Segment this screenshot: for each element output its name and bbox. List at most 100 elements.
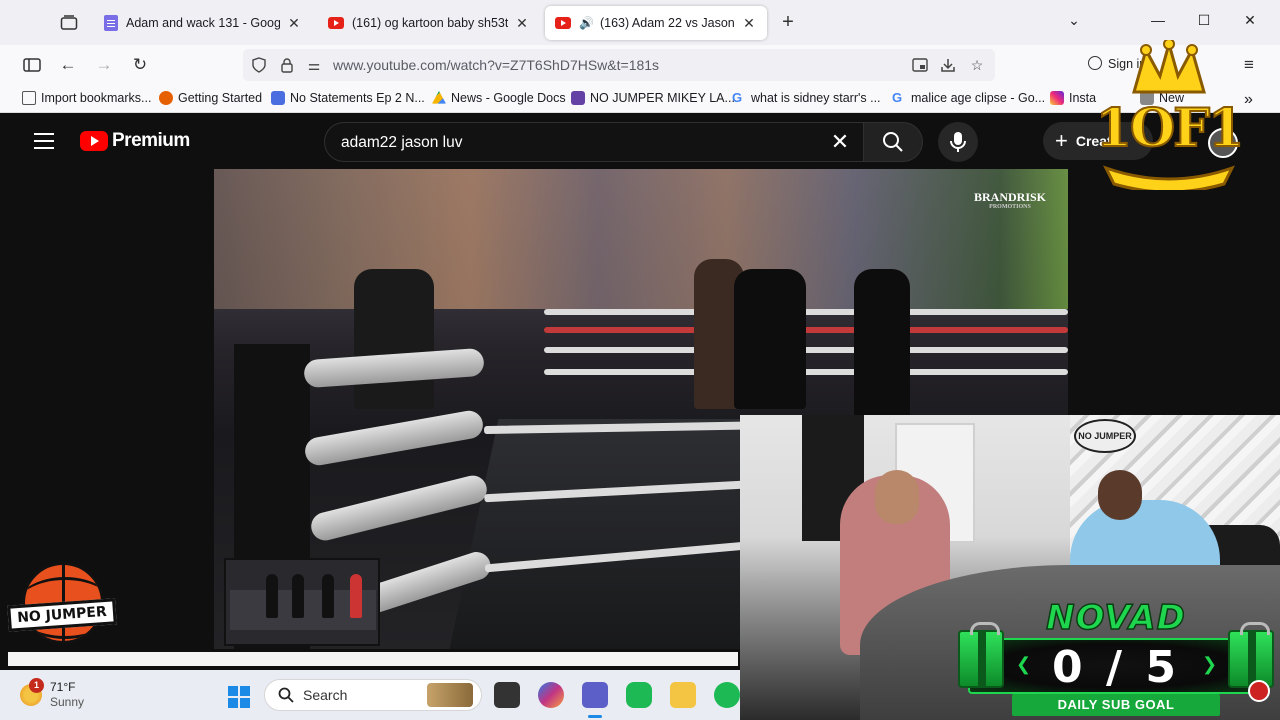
clear-search-icon[interactable]: ✕ bbox=[827, 129, 853, 155]
bookmark-item[interactable]: Insta bbox=[1050, 91, 1096, 105]
download-icon[interactable] bbox=[939, 56, 957, 74]
file-explorer-icon[interactable] bbox=[670, 682, 696, 708]
speaker-icon[interactable]: 🔊 bbox=[579, 16, 594, 30]
youtube-icon bbox=[80, 131, 108, 151]
copilot-icon[interactable] bbox=[538, 682, 564, 708]
twitch-icon bbox=[571, 91, 585, 105]
camera-operator bbox=[354, 269, 434, 409]
url-text[interactable]: www.youtube.com/watch?v=Z7T6ShD7HSw&t=18… bbox=[333, 57, 659, 73]
browser-tab-active[interactable]: 🔊 (163) Adam 22 vs Jason Luv ✕ bbox=[545, 6, 767, 40]
tab-title: Adam and wack 131 - Google D bbox=[126, 16, 280, 30]
referee-silhouette bbox=[734, 269, 806, 409]
boxing-mural bbox=[214, 169, 1068, 309]
guide-menu-icon[interactable] bbox=[34, 133, 54, 149]
bookmark-item[interactable]: Getting Started bbox=[159, 91, 262, 105]
youtube-premium-logo[interactable]: Premium bbox=[80, 130, 190, 152]
crown-logo-text: 1OF1 bbox=[1095, 97, 1246, 160]
thumbnail-person bbox=[322, 574, 334, 618]
tab-title: (163) Adam 22 vs Jason Luv bbox=[599, 16, 735, 30]
bookmark-item[interactable]: G malice age clipse - Go... bbox=[892, 90, 1045, 106]
youtube-icon bbox=[555, 17, 571, 29]
official-silhouette bbox=[854, 269, 910, 419]
sidebar-toggle-icon[interactable] bbox=[21, 54, 43, 76]
turnbuckle-pad bbox=[302, 408, 486, 468]
forward-button[interactable]: → bbox=[93, 54, 115, 76]
sun-icon: 1 bbox=[20, 678, 44, 706]
chat-app-icon[interactable] bbox=[626, 682, 652, 708]
weather-temperature: 71°F bbox=[50, 680, 76, 694]
voice-search-button[interactable] bbox=[938, 122, 978, 162]
taskbar-search[interactable]: Search bbox=[264, 679, 482, 711]
navigation-bar: ← → ↻ ⚌ www.youtube.com/watch?v=Z7T6ShD7… bbox=[0, 45, 1280, 85]
close-icon[interactable]: ✕ bbox=[286, 15, 302, 32]
bookmark-item[interactable]: Import bookmarks... bbox=[22, 91, 151, 105]
maximize-button[interactable]: ☐ bbox=[1192, 12, 1216, 29]
plus-icon: + bbox=[1055, 128, 1068, 153]
bookmark-item[interactable]: No Statements Ep 2 N... bbox=[271, 91, 425, 105]
lock-icon[interactable] bbox=[278, 56, 296, 74]
search-input[interactable]: adam22 jason luv bbox=[341, 134, 463, 152]
youtube-icon bbox=[328, 17, 344, 29]
host-head bbox=[875, 470, 919, 524]
google-docs-icon bbox=[271, 91, 285, 105]
google-drive-icon bbox=[432, 91, 446, 104]
import-icon bbox=[22, 91, 36, 105]
windows-start-icon[interactable] bbox=[228, 686, 250, 708]
browser-tab[interactable]: Adam and wack 131 - Google D ✕ bbox=[94, 6, 312, 40]
new-tab-button[interactable]: + bbox=[778, 12, 798, 32]
task-view-icon[interactable] bbox=[494, 682, 520, 708]
back-button[interactable]: ← bbox=[57, 54, 79, 76]
page-bottom-strip bbox=[8, 652, 738, 666]
thumbnail-person bbox=[350, 574, 362, 618]
search-icon bbox=[278, 687, 294, 703]
shield-icon[interactable] bbox=[250, 56, 268, 74]
page-progress bbox=[8, 652, 738, 666]
search-highlight-icon bbox=[427, 683, 473, 707]
reload-button[interactable]: ↻ bbox=[129, 54, 151, 76]
picture-in-picture-icon[interactable] bbox=[911, 56, 929, 74]
google-docs-icon bbox=[104, 15, 118, 31]
active-app-indicator bbox=[588, 715, 602, 718]
bookmarks-overflow-icon[interactable]: » bbox=[1244, 91, 1253, 109]
ring-rope bbox=[544, 327, 1068, 333]
no-jumper-logo: NO JUMPER bbox=[7, 562, 117, 658]
google-icon: G bbox=[892, 90, 903, 105]
close-icon[interactable]: ✕ bbox=[514, 15, 530, 32]
teams-icon[interactable] bbox=[582, 682, 608, 708]
turnbuckle-pad bbox=[308, 472, 490, 544]
chevron-down-icon[interactable]: ⌄ bbox=[1062, 12, 1086, 29]
ring-rope bbox=[544, 369, 1068, 375]
bookmark-item[interactable]: G what is sidney starr's ... bbox=[732, 90, 881, 106]
page-settings-icon[interactable]: ⚌ bbox=[305, 56, 323, 74]
weather-condition: Sunny bbox=[50, 695, 85, 709]
weather-widget[interactable]: 1 71°F Sunny bbox=[20, 678, 85, 710]
sub-goal-widget: NOVAD ❮ ❯ 0 / 5 DAILY SUB GOAL bbox=[958, 597, 1274, 716]
browser-tab[interactable]: (161) og kartoon baby sh53ter - ✕ bbox=[318, 6, 540, 40]
minimize-button[interactable]: — bbox=[1146, 12, 1170, 28]
thumbnail-person bbox=[266, 574, 278, 618]
broadcaster-logo: BRANDRISK PROMOTIONS bbox=[973, 190, 1046, 210]
window-close-button[interactable]: ✕ bbox=[1238, 12, 1262, 29]
search-box[interactable]: adam22 jason luv ✕ bbox=[324, 122, 864, 162]
google-icon: G bbox=[732, 90, 743, 105]
bookmark-item[interactable]: NO JUMPER MIKEY LA... bbox=[571, 91, 735, 105]
thumbnail-person bbox=[292, 574, 304, 618]
instagram-icon bbox=[1050, 91, 1064, 105]
ring-rope bbox=[544, 309, 1068, 315]
address-bar[interactable]: ⚌ www.youtube.com/watch?v=Z7T6ShD7HSw&t=… bbox=[243, 49, 995, 81]
crown-logo: 1OF1 bbox=[1094, 38, 1246, 194]
sub-goal-title: NOVAD bbox=[1045, 597, 1186, 639]
wall-logo: NO JUMPER bbox=[1074, 419, 1136, 453]
star-icon[interactable]: ☆ bbox=[968, 56, 986, 74]
close-icon[interactable]: ✕ bbox=[741, 15, 757, 32]
notification-badge: 1 bbox=[29, 678, 44, 693]
tab-list-icon[interactable] bbox=[56, 10, 82, 36]
spotify-icon[interactable] bbox=[714, 682, 740, 708]
search-icon bbox=[883, 132, 903, 152]
search-button[interactable] bbox=[863, 122, 923, 162]
bookmark-item[interactable]: News - Google Docs bbox=[432, 91, 566, 105]
video-preview-thumbnail[interactable] bbox=[224, 558, 380, 646]
sub-goal-label: DAILY SUB GOAL bbox=[1012, 694, 1220, 716]
browser-tab-strip: Adam and wack 131 - Google D ✕ (161) og … bbox=[0, 0, 1280, 45]
ring-rope bbox=[544, 347, 1068, 353]
